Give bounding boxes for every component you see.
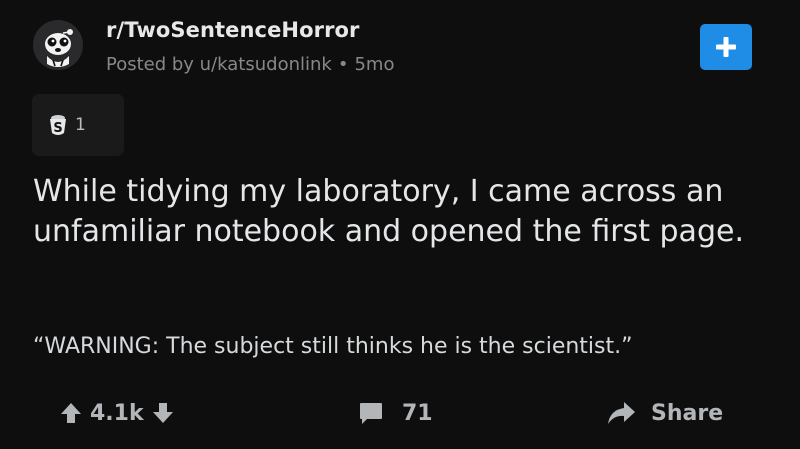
upvote-arrow-icon[interactable] bbox=[60, 401, 82, 425]
comment-bubble-icon bbox=[358, 400, 384, 426]
downvote-arrow-icon[interactable] bbox=[152, 401, 174, 425]
share-arrow-icon bbox=[606, 400, 636, 426]
share-button[interactable]: Share bbox=[606, 393, 723, 433]
comment-count: 71 bbox=[402, 400, 433, 426]
plus-icon bbox=[715, 36, 737, 58]
vote-count: 4.1k bbox=[90, 400, 144, 426]
post-age: 5mo bbox=[354, 54, 395, 75]
join-button[interactable] bbox=[700, 24, 752, 70]
post-actions-bar: 4.1k 71 Share bbox=[0, 393, 800, 433]
award-badge[interactable]: S 1 bbox=[32, 94, 124, 156]
subreddit-avatar-icon[interactable] bbox=[33, 20, 83, 70]
share-label: Share bbox=[651, 400, 724, 426]
post-title[interactable]: While tidying my laboratory, I came acro… bbox=[33, 172, 753, 252]
post-body: “WARNING: The subject still thinks he is… bbox=[33, 334, 633, 359]
meta-separator: • bbox=[337, 54, 349, 75]
subreddit-name[interactable]: r/TwoSentenceHorror bbox=[106, 18, 360, 42]
award-count: 1 bbox=[75, 115, 86, 135]
silver-award-icon: S bbox=[47, 113, 69, 137]
post-meta: Posted by u/katsudonlink • 5mo bbox=[106, 54, 394, 75]
vote-group: 4.1k bbox=[60, 393, 174, 433]
comments-button[interactable]: 71 bbox=[358, 393, 433, 433]
svg-text:S: S bbox=[53, 121, 62, 136]
posted-by[interactable]: Posted by u/katsudonlink bbox=[106, 54, 332, 75]
